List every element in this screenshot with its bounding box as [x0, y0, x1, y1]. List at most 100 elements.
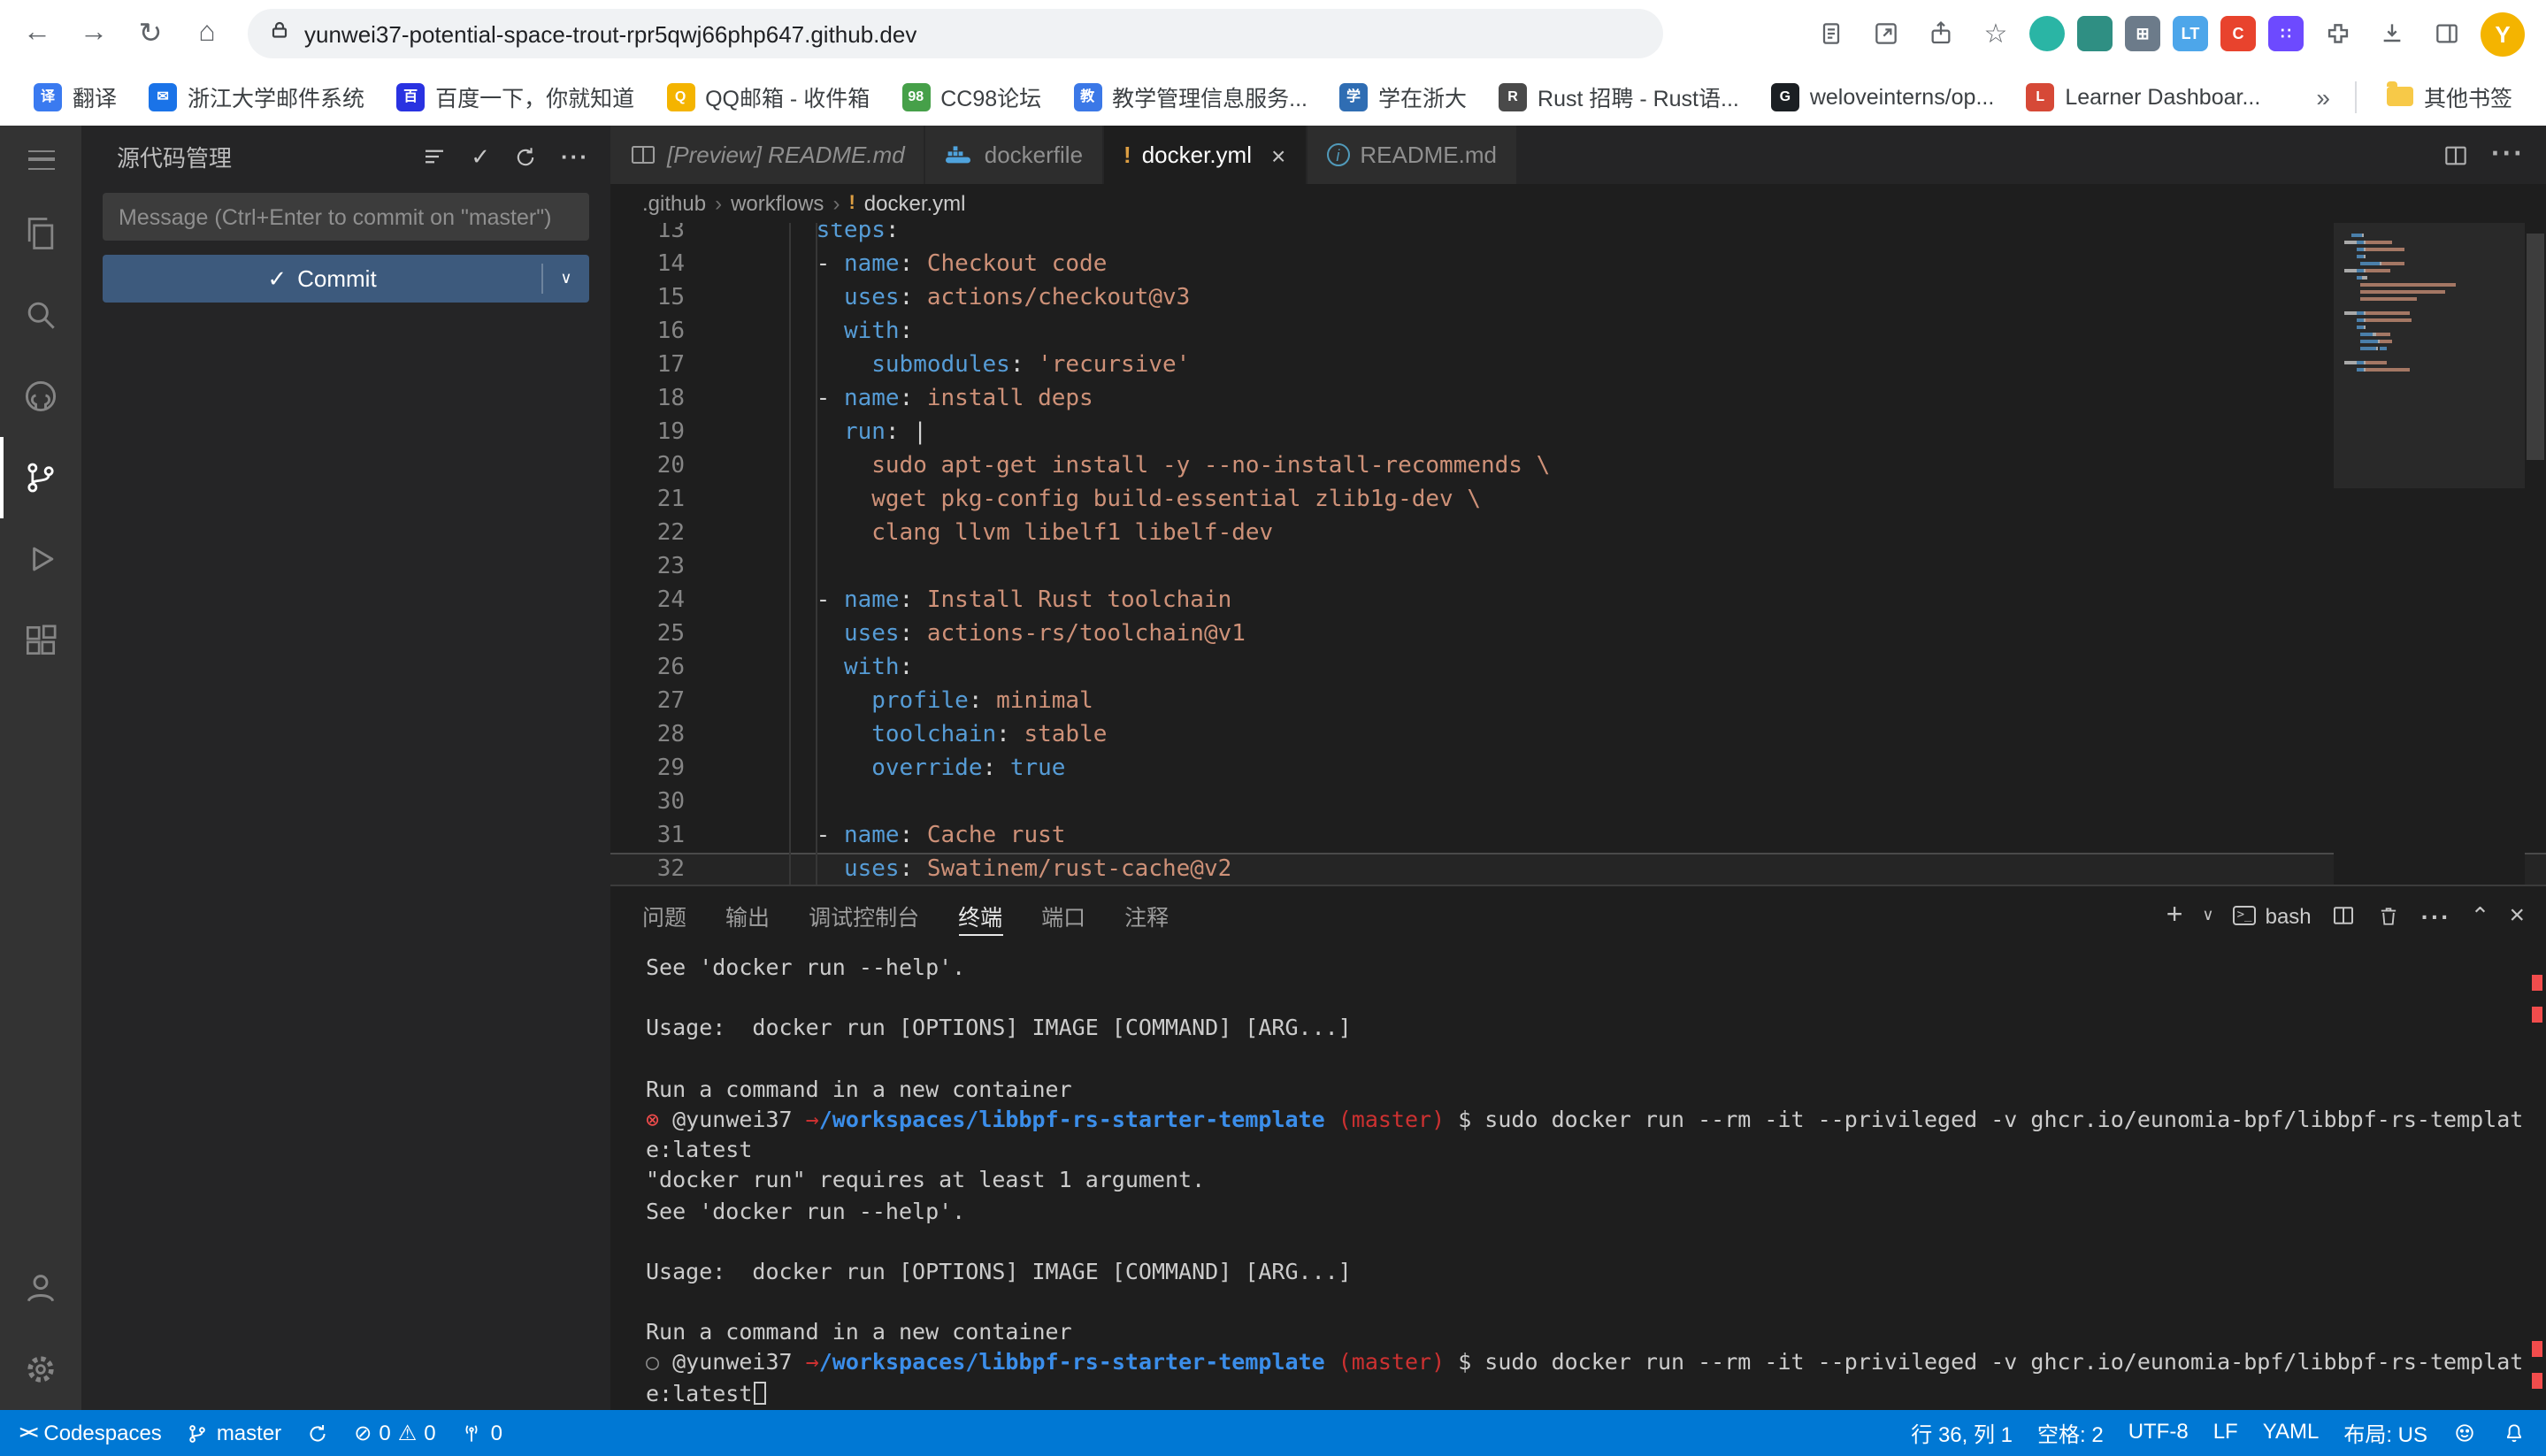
panel-tab-debug-console[interactable]: 调试控制台 — [809, 886, 919, 945]
account-button[interactable] — [0, 1247, 81, 1329]
panel-tab-ports[interactable]: 端口 — [1041, 886, 1085, 945]
code-editor[interactable]: 13 steps:14 - name: Checkout code15 uses… — [610, 223, 2546, 885]
activity-github-button[interactable] — [0, 356, 81, 437]
cc98-bookmark[interactable]: 98CC98论坛 — [886, 74, 1057, 119]
status-keyboard-layout[interactable]: 布局: US — [2331, 1418, 2440, 1448]
code-line-15: 15 uses: actions/checkout@v3 — [610, 281, 2546, 315]
minimap[interactable] — [2334, 223, 2525, 885]
reading-list-icon[interactable] — [1810, 12, 1852, 55]
code-line-26: 26 with: — [610, 651, 2546, 685]
code-line-19: 19 run: | — [610, 416, 2546, 449]
close-panel-icon[interactable]: × — [2509, 900, 2525, 931]
side-panel-icon[interactable] — [2426, 12, 2468, 55]
extension-icon-6[interactable]: ∷ — [2268, 16, 2304, 51]
terminal-output[interactable]: See 'docker run --help'.Usage: docker ru… — [610, 945, 2546, 1410]
teaching-admin-bookmark-favicon: 教 — [1073, 82, 1101, 111]
back-button[interactable]: ← — [11, 7, 64, 60]
extension-icon-3[interactable]: ⊞ — [2125, 16, 2160, 51]
view-options-icon[interactable] — [421, 143, 448, 170]
terminal-profile-dropdown-icon[interactable]: ∨ — [2202, 906, 2213, 925]
forward-button[interactable]: → — [67, 7, 120, 60]
activity-search-button[interactable] — [0, 274, 81, 356]
downloads-icon[interactable] — [2371, 12, 2413, 55]
xuezai-zju-bookmark[interactable]: 学学在浙大 — [1323, 74, 1483, 119]
code-line-24: 24 - name: Install Rust toolchain — [610, 584, 2546, 617]
activity-run-debug-button[interactable] — [0, 518, 81, 600]
bookmarks-overflow-chevron[interactable]: » — [2305, 82, 2341, 111]
panel-tab-output[interactable]: 输出 — [725, 886, 770, 945]
panel-tab-comments[interactable]: 注释 — [1124, 886, 1169, 945]
terminal-line: See 'docker run --help'. — [646, 952, 2546, 982]
refresh-button[interactable]: ↻ — [124, 7, 177, 60]
split-terminal-icon[interactable] — [2331, 902, 2358, 929]
status-encoding[interactable]: UTF-8 — [2116, 1418, 2201, 1443]
activity-source-control-button[interactable] — [0, 437, 81, 518]
breadcrumb-workflows-folder[interactable]: workflows — [731, 191, 824, 216]
open-in-app-icon[interactable] — [1865, 12, 1907, 55]
rust-jobs-bookmark[interactable]: RRust 招聘 - Rust语... — [1483, 74, 1755, 119]
check-icon: ✓ — [267, 264, 287, 293]
commit-check-icon[interactable]: ✓ — [471, 142, 490, 171]
extension-icon-2[interactable] — [2077, 16, 2113, 51]
zju-mail-bookmark[interactable]: ✉浙江大学邮件系统 — [133, 74, 380, 119]
extensions-puzzle-icon[interactable] — [2316, 12, 2358, 55]
status-language-mode[interactable]: YAML — [2251, 1418, 2332, 1443]
more-actions-icon[interactable]: ··· — [561, 143, 589, 170]
breadcrumb-github-folder[interactable]: .github — [642, 191, 706, 216]
profile-avatar[interactable]: Y — [2481, 11, 2525, 56]
sync-button[interactable] — [294, 1410, 341, 1456]
terminal-instance-bash[interactable]: >_ bash — [2234, 903, 2312, 928]
extension-icon-5[interactable]: C — [2220, 16, 2256, 51]
maximize-panel-icon[interactable]: ⌃ — [2471, 901, 2490, 930]
editor-scrollbar[interactable] — [2525, 223, 2546, 885]
scrollbar-thumb[interactable] — [2527, 234, 2544, 460]
panel-more-actions-icon[interactable]: ··· — [2421, 901, 2451, 930]
activity-explorer-button[interactable] — [0, 193, 81, 274]
terminal-line: "docker run" requires at least 1 argumen… — [646, 1165, 2546, 1195]
url-text[interactable]: yunwei37-potential-space-trout-rpr5qwj66… — [304, 20, 916, 47]
breadcrumb-file[interactable]: docker.yml — [864, 191, 966, 216]
toolbar-icons: ☆ ⊞ LT C ∷ Y — [1810, 11, 2535, 56]
kill-terminal-icon[interactable] — [2377, 903, 2402, 928]
panel-tab-problems[interactable]: 问题 — [642, 886, 686, 945]
qq-mail-bookmark[interactable]: QQQ邮箱 - 收件箱 — [650, 74, 886, 119]
tab-readme[interactable]: i README.md — [1307, 126, 1518, 184]
teaching-admin-bookmark[interactable]: 教教学管理信息服务... — [1057, 74, 1323, 119]
close-tab-icon[interactable]: × — [1271, 141, 1285, 169]
extension-icon-1[interactable] — [2029, 16, 2065, 51]
tab-preview-readme[interactable]: [Preview] README.md — [610, 126, 926, 184]
translate-bookmark[interactable]: 译翻译 — [18, 74, 133, 119]
address-bar[interactable]: yunwei37-potential-space-trout-rpr5qwj66… — [248, 9, 1663, 58]
tab-docker-yml[interactable]: ! docker.yml × — [1104, 126, 1307, 184]
ports-indicator[interactable]: 0 — [449, 1410, 515, 1456]
status-cursor-position[interactable]: 行 36, 列 1 — [1898, 1418, 2025, 1448]
status-indentation[interactable]: 空格: 2 — [2025, 1418, 2116, 1448]
activity-extensions-button[interactable] — [0, 600, 81, 681]
github-repo-bookmark[interactable]: Gweloveinterns/op... — [1755, 77, 2010, 116]
feedback-button[interactable] — [2440, 1421, 2489, 1445]
split-editor-icon[interactable] — [2442, 141, 2470, 169]
other-bookmarks-folder[interactable]: 其他书签 — [2371, 74, 2528, 119]
new-terminal-icon[interactable]: + — [2166, 900, 2183, 931]
menu-button[interactable] — [0, 126, 81, 193]
panel-tab-terminal[interactable]: 终端 — [958, 886, 1002, 945]
languagetool-extension-icon[interactable]: LT — [2173, 16, 2208, 51]
terminal-error-mark — [2532, 975, 2542, 991]
learner-dashboard-bookmark[interactable]: LLearner Dashboar... — [2010, 77, 2276, 116]
share-icon[interactable] — [1920, 12, 1962, 55]
editor-more-actions-icon[interactable]: ··· — [2491, 139, 2525, 171]
settings-button[interactable] — [0, 1329, 81, 1410]
branch-indicator[interactable]: master — [174, 1410, 294, 1456]
problems-indicator[interactable]: ⊘0 ⚠0 — [341, 1410, 448, 1456]
commit-message-input[interactable] — [103, 193, 589, 241]
home-button[interactable]: ⌂ — [180, 7, 234, 60]
tab-dockerfile[interactable]: dockerfile — [926, 126, 1104, 184]
notifications-button[interactable] — [2489, 1421, 2539, 1445]
commit-dropdown-button[interactable]: ∨ — [543, 269, 589, 288]
status-eol[interactable]: LF — [2201, 1418, 2251, 1443]
refresh-icon[interactable] — [513, 144, 538, 169]
commit-button[interactable]: ✓Commit ∨ — [103, 255, 589, 303]
baidu-bookmark[interactable]: 百百度一下，你就知道 — [380, 74, 650, 119]
bookmark-star-icon[interactable]: ☆ — [1975, 12, 2017, 55]
remote-indicator[interactable]: >< Codespaces — [7, 1410, 174, 1456]
